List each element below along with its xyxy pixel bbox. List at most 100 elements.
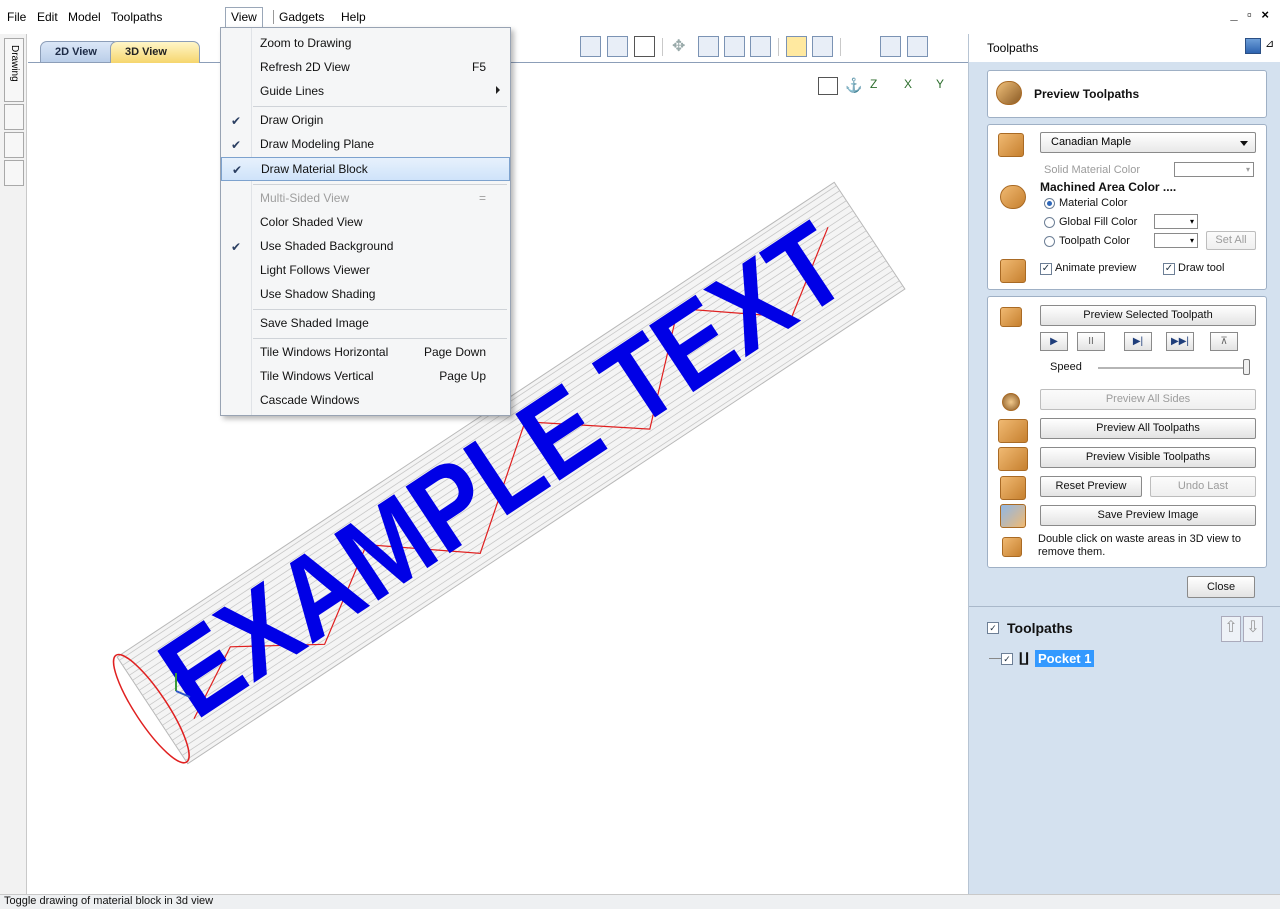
vertical-tab-3[interactable] — [4, 132, 24, 158]
checkmark-icon: ✔ — [230, 138, 242, 152]
drawing-vertical-tab[interactable]: Drawing — [4, 38, 24, 102]
undo-last-button: Undo Last — [1150, 476, 1256, 497]
toolpath-color-picker[interactable]: ▾ — [1154, 233, 1198, 248]
speed-label: Speed — [1050, 361, 1082, 373]
preview-sides-icon — [1002, 393, 1020, 411]
menu-use-shadow-shading[interactable]: Use Shadow Shading — [221, 283, 510, 307]
radio-global-fill-color[interactable] — [1044, 217, 1055, 228]
window-controls[interactable]: _ ▫ × — [1230, 7, 1272, 22]
speed-slider-track — [1098, 367, 1248, 369]
zoom-box-icon[interactable] — [698, 36, 719, 57]
panel-divider — [969, 606, 1280, 607]
grid-icon[interactable] — [634, 36, 655, 57]
menu-item-label: Zoom to Drawing — [260, 36, 352, 50]
zoom-fit-icon[interactable] — [724, 36, 745, 57]
menu-item-label: Draw Material Block — [261, 162, 368, 176]
menu-tile-windows-horizontal[interactable]: Tile Windows Horizontal Page Down — [221, 341, 510, 365]
menu-edit[interactable]: Edit — [34, 10, 61, 24]
radio-material-color-label: Material Color — [1059, 197, 1128, 209]
view-top-icon[interactable] — [580, 36, 601, 57]
menu-draw-origin[interactable]: ✔ Draw Origin — [221, 109, 510, 133]
menu-draw-modeling-plane[interactable]: ✔ Draw Modeling Plane — [221, 133, 510, 157]
draw-tool-checkbox[interactable]: ✓ — [1163, 263, 1175, 275]
solid-color-label: Solid Material Color — [1044, 164, 1140, 176]
preview-selected-toolpath-button[interactable]: Preview Selected Toolpath — [1040, 305, 1256, 326]
menu-file[interactable]: File — [4, 10, 29, 24]
animate-icon — [1000, 259, 1026, 283]
menu-light-follows-viewer[interactable]: Light Follows Viewer — [221, 259, 510, 283]
menu-guide-lines[interactable]: Guide Lines — [221, 80, 510, 104]
toolpaths-tree-checkbox[interactable]: ✓ — [987, 622, 999, 634]
pin-icon[interactable]: ⊿ — [1265, 37, 1274, 50]
speed-slider-handle[interactable] — [1243, 359, 1250, 375]
material-select-value: Canadian Maple — [1051, 136, 1132, 148]
tree-item-pocket-1[interactable]: Pocket 1 — [1035, 650, 1095, 667]
menu-separator — [253, 184, 507, 185]
status-text: Toggle drawing of material block in 3d v… — [4, 895, 214, 907]
pause-button[interactable]: II — [1077, 332, 1105, 351]
play-button[interactable]: ▶ — [1040, 332, 1068, 351]
toolbar-separator — [662, 38, 663, 56]
fast-forward-button[interactable]: ▶▶| — [1166, 332, 1194, 351]
panel-dock-icon[interactable] — [1245, 38, 1261, 54]
preview-visible-icon — [998, 447, 1028, 471]
menu-separator — [253, 309, 507, 310]
preview-visible-toolpaths-button[interactable]: Preview Visible Toolpaths — [1040, 447, 1256, 468]
preview-actions-box: Preview Selected Toolpath ▶ II ▶| ▶▶| ⊼ … — [987, 296, 1267, 568]
radio-toolpath-color[interactable] — [1044, 236, 1055, 247]
global-fill-color-picker[interactable]: ▾ — [1154, 214, 1198, 229]
move-up-button[interactable]: ⇧ — [1221, 616, 1241, 642]
vertical-tab-4[interactable] — [4, 160, 24, 186]
menu-item-label: Color Shaded View — [260, 215, 363, 229]
view-iso-icon[interactable] — [607, 36, 628, 57]
preview-selected-icon — [1000, 307, 1022, 327]
menu-shortcut: Page Up — [439, 369, 486, 383]
checkmark-icon: ✔ — [230, 240, 242, 254]
tab-2d-view[interactable]: 2D View — [40, 41, 120, 63]
menu-help[interactable]: Help — [338, 10, 369, 24]
toolbar-separator — [840, 38, 841, 56]
menu-view[interactable]: View — [225, 7, 263, 27]
plane-icon[interactable] — [812, 36, 833, 57]
toolpaths-tree-heading: Toolpaths — [1007, 620, 1073, 636]
pan-icon[interactable]: ✥ — [672, 36, 693, 57]
close-button[interactable]: Close — [1187, 576, 1255, 598]
layout-vertical-icon[interactable] — [907, 36, 928, 57]
pocket-1-checkbox[interactable]: ✓ — [1001, 653, 1013, 665]
menu-save-shaded-image[interactable]: Save Shaded Image — [221, 312, 510, 336]
menu-item-label: Use Shaded Background — [260, 239, 394, 253]
material-select[interactable]: Canadian Maple — [1040, 132, 1256, 153]
radio-material-color[interactable] — [1044, 198, 1055, 209]
layout-horizontal-icon[interactable] — [880, 36, 901, 57]
menu-item-label: Tile Windows Horizontal — [260, 345, 389, 359]
reset-preview-button[interactable]: Reset Preview — [1040, 476, 1142, 497]
jump-end-button[interactable]: ⊼ — [1210, 332, 1238, 351]
vertical-tab-2[interactable] — [4, 104, 24, 130]
preview-all-toolpaths-button[interactable]: Preview All Toolpaths — [1040, 418, 1256, 439]
preview-header-box: Preview Toolpaths — [987, 70, 1267, 118]
menu-tile-windows-vertical[interactable]: Tile Windows Vertical Page Up — [221, 365, 510, 389]
tab-3d-view[interactable]: 3D View — [110, 41, 200, 63]
zoom-extents-icon[interactable] — [750, 36, 771, 57]
menu-gadgets[interactable]: Gadgets — [273, 10, 327, 24]
menu-cascade-windows[interactable]: Cascade Windows — [221, 389, 510, 413]
menu-refresh-2d-view[interactable]: Refresh 2D View F5 — [221, 56, 510, 80]
animate-preview-label: Animate preview — [1055, 262, 1137, 274]
preview-all-icon — [998, 419, 1028, 443]
menu-use-shaded-background[interactable]: ✔ Use Shaded Background — [221, 235, 510, 259]
move-down-button[interactable]: ⇩ — [1243, 616, 1263, 642]
step-button[interactable]: ▶| — [1124, 332, 1152, 351]
animate-preview-checkbox[interactable]: ✓ — [1040, 263, 1052, 275]
toolpaths-panel: Toolpaths ⊿ Preview Toolpaths Canadian M… — [968, 34, 1280, 894]
menu-zoom-to-drawing[interactable]: Zoom to Drawing — [221, 32, 510, 56]
menu-item-label: Draw Origin — [260, 113, 324, 127]
material-icon — [998, 133, 1024, 157]
machined-area-heading: Machined Area Color .... — [1040, 180, 1177, 194]
menu-toolpaths[interactable]: Toolpaths — [108, 10, 165, 24]
radio-global-fill-label: Global Fill Color — [1059, 216, 1138, 228]
menu-color-shaded-view[interactable]: Color Shaded View — [221, 211, 510, 235]
menu-model[interactable]: Model — [65, 10, 104, 24]
save-preview-image-button[interactable]: Save Preview Image — [1040, 505, 1256, 526]
menu-draw-material-block[interactable]: ✔ Draw Material Block — [221, 157, 510, 181]
render-icon[interactable] — [786, 36, 807, 57]
